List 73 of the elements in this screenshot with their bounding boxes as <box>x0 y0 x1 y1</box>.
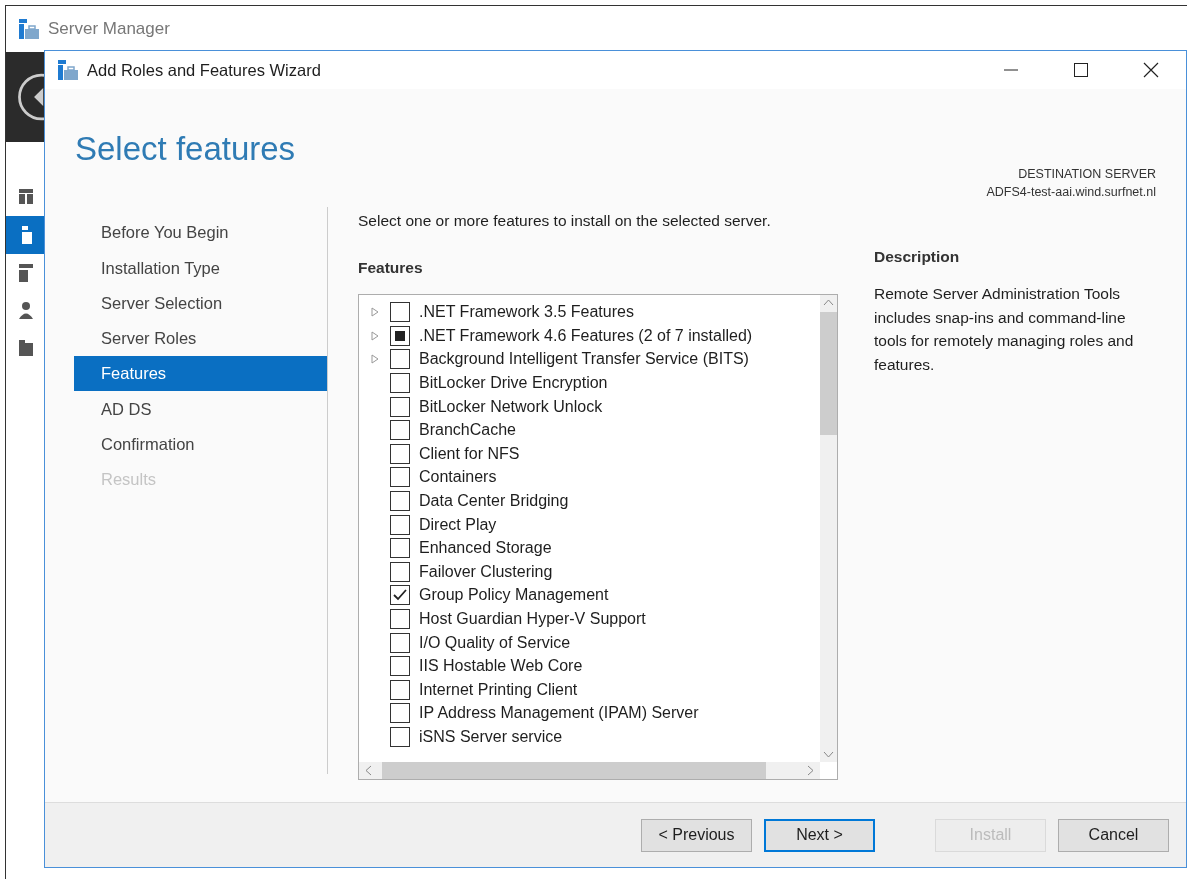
close-icon[interactable] <box>1143 62 1159 78</box>
feature-label[interactable]: Enhanced Storage <box>419 536 552 561</box>
feature-label[interactable]: IP Address Management (IPAM) Server <box>419 701 699 726</box>
checkbox[interactable] <box>390 420 410 441</box>
feature-label[interactable]: Group Policy Management <box>419 583 609 608</box>
checkbox[interactable] <box>390 491 410 512</box>
feature-label[interactable]: BitLocker Drive Encryption <box>419 371 608 396</box>
feature-label[interactable]: BitLocker Network Unlock <box>419 394 603 419</box>
checkbox[interactable] <box>390 679 410 700</box>
dashboard-icon <box>18 187 34 207</box>
feature-label[interactable]: Client for NFS <box>419 441 520 466</box>
page-heading: Select features <box>75 129 296 169</box>
checkbox[interactable] <box>390 632 410 653</box>
checkbox[interactable] <box>390 585 410 606</box>
checkbox[interactable] <box>390 349 410 370</box>
feature-label[interactable]: Host Guardian Hyper-V Support <box>419 607 646 631</box>
checkbox[interactable] <box>390 443 410 464</box>
destination-label: DESTINATION SERVER <box>1017 166 1156 183</box>
checkbox[interactable] <box>390 325 410 346</box>
checkbox[interactable] <box>390 561 410 582</box>
checkbox[interactable] <box>390 656 410 677</box>
wizard-step[interactable]: Confirmation <box>74 426 327 463</box>
checkbox[interactable] <box>390 538 410 559</box>
feature-label[interactable]: Containers <box>419 465 497 490</box>
feature-label[interactable]: I/O Quality of Service <box>419 630 571 655</box>
window-title: Server Manager <box>48 18 170 41</box>
wizard-step[interactable]: Server Selection <box>74 285 327 321</box>
feature-label[interactable]: BranchCache <box>419 418 516 443</box>
wizard-button[interactable]: Cancel <box>1058 818 1169 852</box>
scroll-left-icon[interactable] <box>365 764 372 776</box>
checkbox[interactable] <box>390 302 410 323</box>
feature-label[interactable]: Background Intelligent Transfer Service (BITS) <box>419 347 749 372</box>
description-text: Remote Server Administration Tools includes snap-ins and command-line tools for remotely managing roles and features. <box>874 284 1135 375</box>
horizontal-scrollbar[interactable] <box>359 761 820 779</box>
feature-label[interactable]: iSNS Server service <box>419 725 563 749</box>
checkbox[interactable] <box>390 609 410 629</box>
feature-label[interactable]: .NET Framework 3.5 Features <box>419 300 634 325</box>
scroll-down-icon[interactable] <box>823 750 834 758</box>
checkbox[interactable] <box>390 727 410 747</box>
user-icon <box>18 301 34 321</box>
checkbox[interactable] <box>390 514 410 535</box>
checkbox[interactable] <box>390 396 410 417</box>
nav-item[interactable] <box>6 216 45 254</box>
window-title: Add Roles and Features Wizard <box>87 59 321 81</box>
server-manager-icon <box>18 18 40 40</box>
feature-label[interactable]: Data Center Bridging <box>419 489 569 514</box>
wizard-button[interactable]: < Previous <box>641 818 752 852</box>
checkbox[interactable] <box>390 467 410 488</box>
instruction-text: Select one or more features to install on the selected server. <box>358 211 772 231</box>
destination-server: ADFS4-test-aai.wind.surfnet.nl <box>986 184 1156 201</box>
section-heading: Features <box>358 258 424 279</box>
feature-label[interactable]: .NET Framework 4.6 Features (2 of 7 installed) <box>419 323 753 348</box>
wizard-step[interactable]: AD DS <box>74 391 327 427</box>
feature-label[interactable]: Direct Play <box>419 512 497 537</box>
maximize-icon[interactable] <box>1073 62 1089 78</box>
checkbox[interactable] <box>390 703 410 724</box>
server-manager-icon <box>57 59 79 81</box>
wizard-step[interactable]: Server Roles <box>74 320 327 357</box>
vertical-scrollbar[interactable] <box>820 294 837 762</box>
check-mark-icon <box>393 589 407 602</box>
wizard-step[interactable]: Installation Type <box>74 250 327 286</box>
wizard-step[interactable]: Features <box>74 356 327 392</box>
section-heading: Description <box>874 247 961 267</box>
wizard-step[interactable]: Before You Begin <box>74 215 327 251</box>
feature-label[interactable]: IIS Hostable Web Core <box>419 654 583 679</box>
scroll-right-icon[interactable] <box>807 764 814 776</box>
wizard-button[interactable]: Next > <box>764 818 875 852</box>
scroll-up-icon[interactable] <box>823 298 834 306</box>
server-icon <box>18 263 34 283</box>
folder-icon <box>18 339 34 359</box>
checkbox[interactable] <box>390 373 410 394</box>
feature-label[interactable]: Internet Printing Client <box>419 677 578 702</box>
feature-label[interactable]: Failover Clustering <box>419 559 553 584</box>
